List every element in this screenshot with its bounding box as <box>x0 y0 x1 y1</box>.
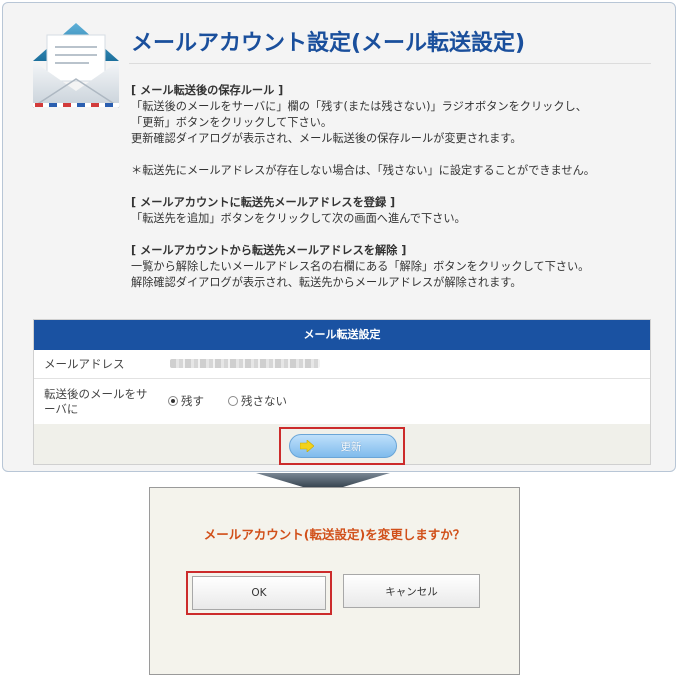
email-value-blurred <box>170 359 320 368</box>
forward-settings-form: メール転送設定 メールアドレス 転送後のメールをサーバに 残す 残さない 更新 <box>33 319 651 465</box>
register-section: [ メールアカウントに転送先メールアドレスを登録 ] 「転送先を追加」ボタンをク… <box>131 195 595 227</box>
instructions: [ メール転送後の保存ルール ] 「転送後のメールをサーバに」欄の「残す(または… <box>131 83 595 307</box>
settings-panel: メールアカウント設定(メール転送設定) [ メール転送後の保存ルール ] 「転送… <box>2 2 676 472</box>
arrow-right-icon <box>300 440 314 452</box>
form-header: メール転送設定 <box>34 320 650 350</box>
keep-on-server-row: 転送後のメールをサーバに 残す 残さない <box>34 379 650 426</box>
save-rule-heading: [ メール転送後の保存ルール ] <box>131 84 284 97</box>
dialog-message: メールアカウント(転送設定)を変更しますか？ <box>203 527 466 542</box>
email-label: メールアドレス <box>44 357 125 371</box>
radio-keep[interactable]: 残す <box>168 393 204 409</box>
note-text: ＊転送先にメールアドレスが存在しない場合は、「残さない」に設定することができませ… <box>131 164 595 177</box>
save-rule-line: 更新確認ダイアログが表示され、メール転送後の保存ルールが変更されます。 <box>131 132 522 145</box>
title-divider <box>129 63 651 64</box>
ok-button[interactable]: OK <box>192 576 326 610</box>
radio-discard-label: 残さない <box>241 394 287 408</box>
keep-radio-group: 残す 残さない <box>168 393 311 409</box>
confirm-dialog: メールアカウント(転送設定)を変更しますか？ OK キャンセル <box>149 487 520 675</box>
remove-section: [ メールアカウントから転送先メールアドレスを解除 ] 一覧から解除したいメール… <box>131 243 595 291</box>
radio-keep-indicator[interactable] <box>168 396 178 406</box>
remove-line: 解除確認ダイアログが表示され、転送先からメールアドレスが解除されます。 <box>131 276 522 289</box>
form-footer: 更新 <box>34 424 650 465</box>
save-rule-line: 「更新」ボタンをクリックして下さい。 <box>131 116 333 129</box>
radio-keep-label: 残す <box>181 394 204 408</box>
remove-line: 一覧から解除したいメールアドレス名の右欄にある「解除」ボタンをクリックして下さい… <box>131 260 590 273</box>
remove-heading: [ メールアカウントから転送先メールアドレスを解除 ] <box>131 244 407 257</box>
radio-discard[interactable]: 残さない <box>228 393 287 409</box>
page-title: メールアカウント設定(メール転送設定) <box>131 31 526 56</box>
register-heading: [ メールアカウントに転送先メールアドレスを登録 ] <box>131 196 396 209</box>
update-button[interactable]: 更新 <box>289 434 397 458</box>
update-button-highlight: 更新 <box>279 427 405 465</box>
note-section: ＊転送先にメールアドレスが存在しない場合は、「残さない」に設定することができませ… <box>131 163 595 179</box>
radio-discard-indicator[interactable] <box>228 396 238 406</box>
cancel-button[interactable]: キャンセル <box>343 574 480 608</box>
register-line: 「転送先を追加」ボタンをクリックして次の画面へ進んで下さい。 <box>131 212 466 225</box>
ok-button-highlight: OK <box>186 571 332 615</box>
envelope-icon <box>32 23 120 108</box>
save-rule-section: [ メール転送後の保存ルール ] 「転送後のメールをサーバに」欄の「残す(または… <box>131 83 595 147</box>
update-button-label: 更新 <box>340 440 362 453</box>
email-row: メールアドレス <box>34 350 650 379</box>
keep-on-server-label: 転送後のメールをサーバに <box>44 387 148 416</box>
save-rule-line: 「転送後のメールをサーバに」欄の「残す(または残さない)」ラジオボタンをクリック… <box>131 100 587 113</box>
